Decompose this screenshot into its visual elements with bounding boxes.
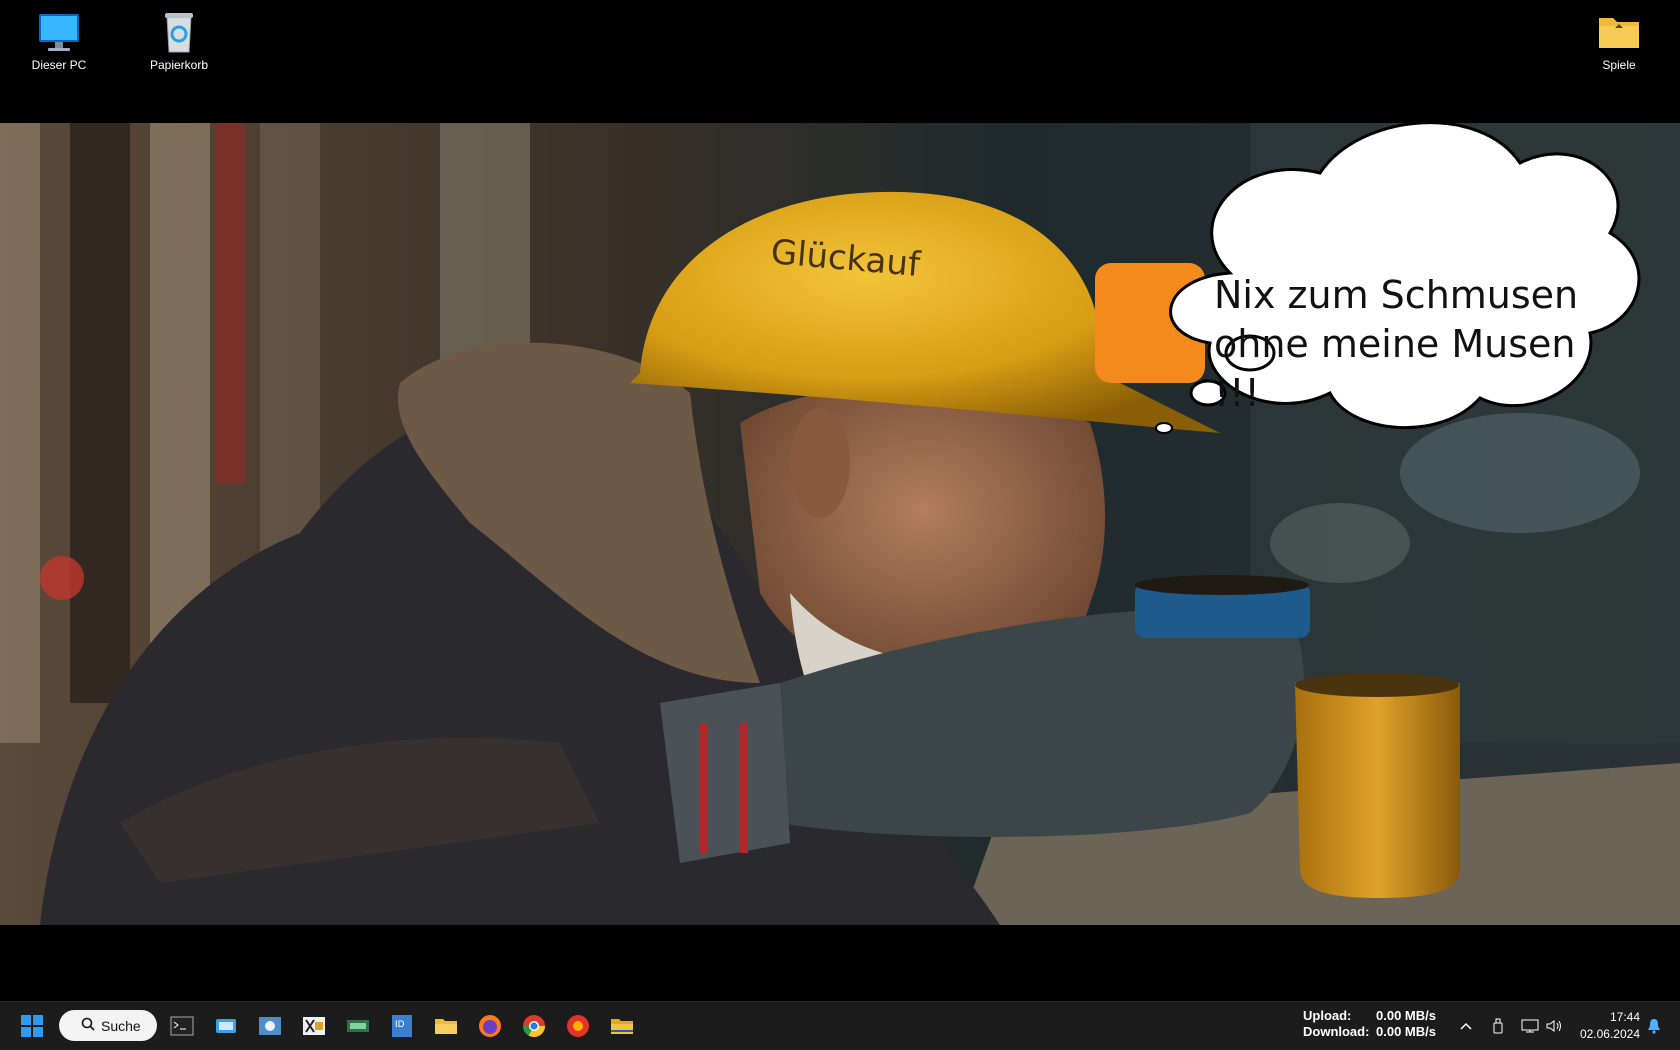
recycle-bin-icon: [165, 13, 193, 53]
taskbar-app-6[interactable]: [562, 1010, 594, 1042]
taskbar-folder[interactable]: [606, 1010, 638, 1042]
download-label: Download:: [1303, 1024, 1370, 1039]
show-hidden-icons-button[interactable]: [1456, 1016, 1476, 1036]
app-icon-6: [567, 1015, 589, 1037]
usb-tray-button[interactable]: [1488, 1016, 1508, 1036]
taskbar-firefox[interactable]: [474, 1010, 506, 1042]
system-clock[interactable]: 17:44 02.06.2024: [1574, 1009, 1640, 1043]
taskbar: Suche ID Upload: 0.00 MB/s Download: 0.00 …: [0, 1001, 1680, 1050]
desktop-icon-label: Spiele: [1602, 58, 1636, 72]
firefox-icon: [479, 1015, 501, 1037]
desktop-wallpaper: Glückauf Nix zum Schmusen ohne meine Mus…: [0, 123, 1680, 925]
taskbar-chrome[interactable]: [518, 1010, 550, 1042]
monitor-icon: [39, 14, 79, 51]
taskbar-app-3[interactable]: [298, 1010, 330, 1042]
clock-date: 02.06.2024: [1579, 1027, 1640, 1041]
network-icon: [1521, 1019, 1539, 1033]
volume-tray-button[interactable]: [1544, 1016, 1564, 1036]
search-icon: [81, 1017, 95, 1034]
download-value: 0.00 MB/s: [1376, 1024, 1436, 1039]
terminal-icon: [170, 1016, 194, 1036]
desktop-icon-papierkorb[interactable]: Papierkorb: [134, 10, 224, 72]
desktop-icon-dieser-pc[interactable]: Dieser PC: [14, 10, 104, 72]
clock-time: 17:44: [1609, 1010, 1640, 1024]
taskbar-app-5[interactable]: ID: [386, 1010, 418, 1042]
search-input[interactable]: Suche: [59, 1010, 157, 1041]
bell-icon: [1648, 1019, 1660, 1034]
app-icon-5: ID: [392, 1015, 412, 1037]
chrome-icon: [523, 1015, 545, 1037]
network-tray-button[interactable]: [1520, 1016, 1540, 1036]
wallpaper-illustration: Glückauf: [0, 123, 1680, 925]
app-icon-3: [303, 1017, 325, 1035]
app-icon-4: [347, 1020, 369, 1032]
start-icon: [21, 1015, 43, 1037]
app-icon-1: [216, 1019, 236, 1033]
svg-text:ID: ID: [395, 1020, 405, 1030]
taskbar-app-4[interactable]: [342, 1010, 374, 1042]
folder-icon: [1599, 18, 1639, 48]
chevron-up-icon: [1460, 1022, 1472, 1030]
folder-icon: [611, 1019, 633, 1034]
speaker-icon: [1546, 1020, 1561, 1032]
thought-bubble-text: Nix zum Schmusen ohne meine Musen !!!: [1214, 273, 1579, 415]
desktop-icon-label: Dieser PC: [31, 58, 87, 72]
desktop-icon-spiele[interactable]: Spiele: [1574, 10, 1664, 72]
usb-drive-icon: [1493, 1018, 1503, 1034]
file-explorer-icon: [435, 1019, 457, 1034]
start-button[interactable]: [16, 1010, 48, 1042]
notifications-button[interactable]: [1644, 1016, 1664, 1036]
network-monitor: Upload: 0.00 MB/s Download: 0.00 MB/s: [1303, 1008, 1436, 1040]
taskbar-file-explorer[interactable]: [430, 1010, 462, 1042]
taskbar-app-2[interactable]: [254, 1010, 286, 1042]
upload-value: 0.00 MB/s: [1376, 1008, 1436, 1023]
upload-label: Upload:: [1303, 1008, 1352, 1023]
search-label: Suche: [101, 1017, 141, 1034]
desktop-icon-label: Papierkorb: [149, 58, 209, 72]
taskbar-terminal[interactable]: [166, 1010, 198, 1042]
taskbar-app-1[interactable]: [210, 1010, 242, 1042]
app-icon-2: [259, 1017, 281, 1035]
